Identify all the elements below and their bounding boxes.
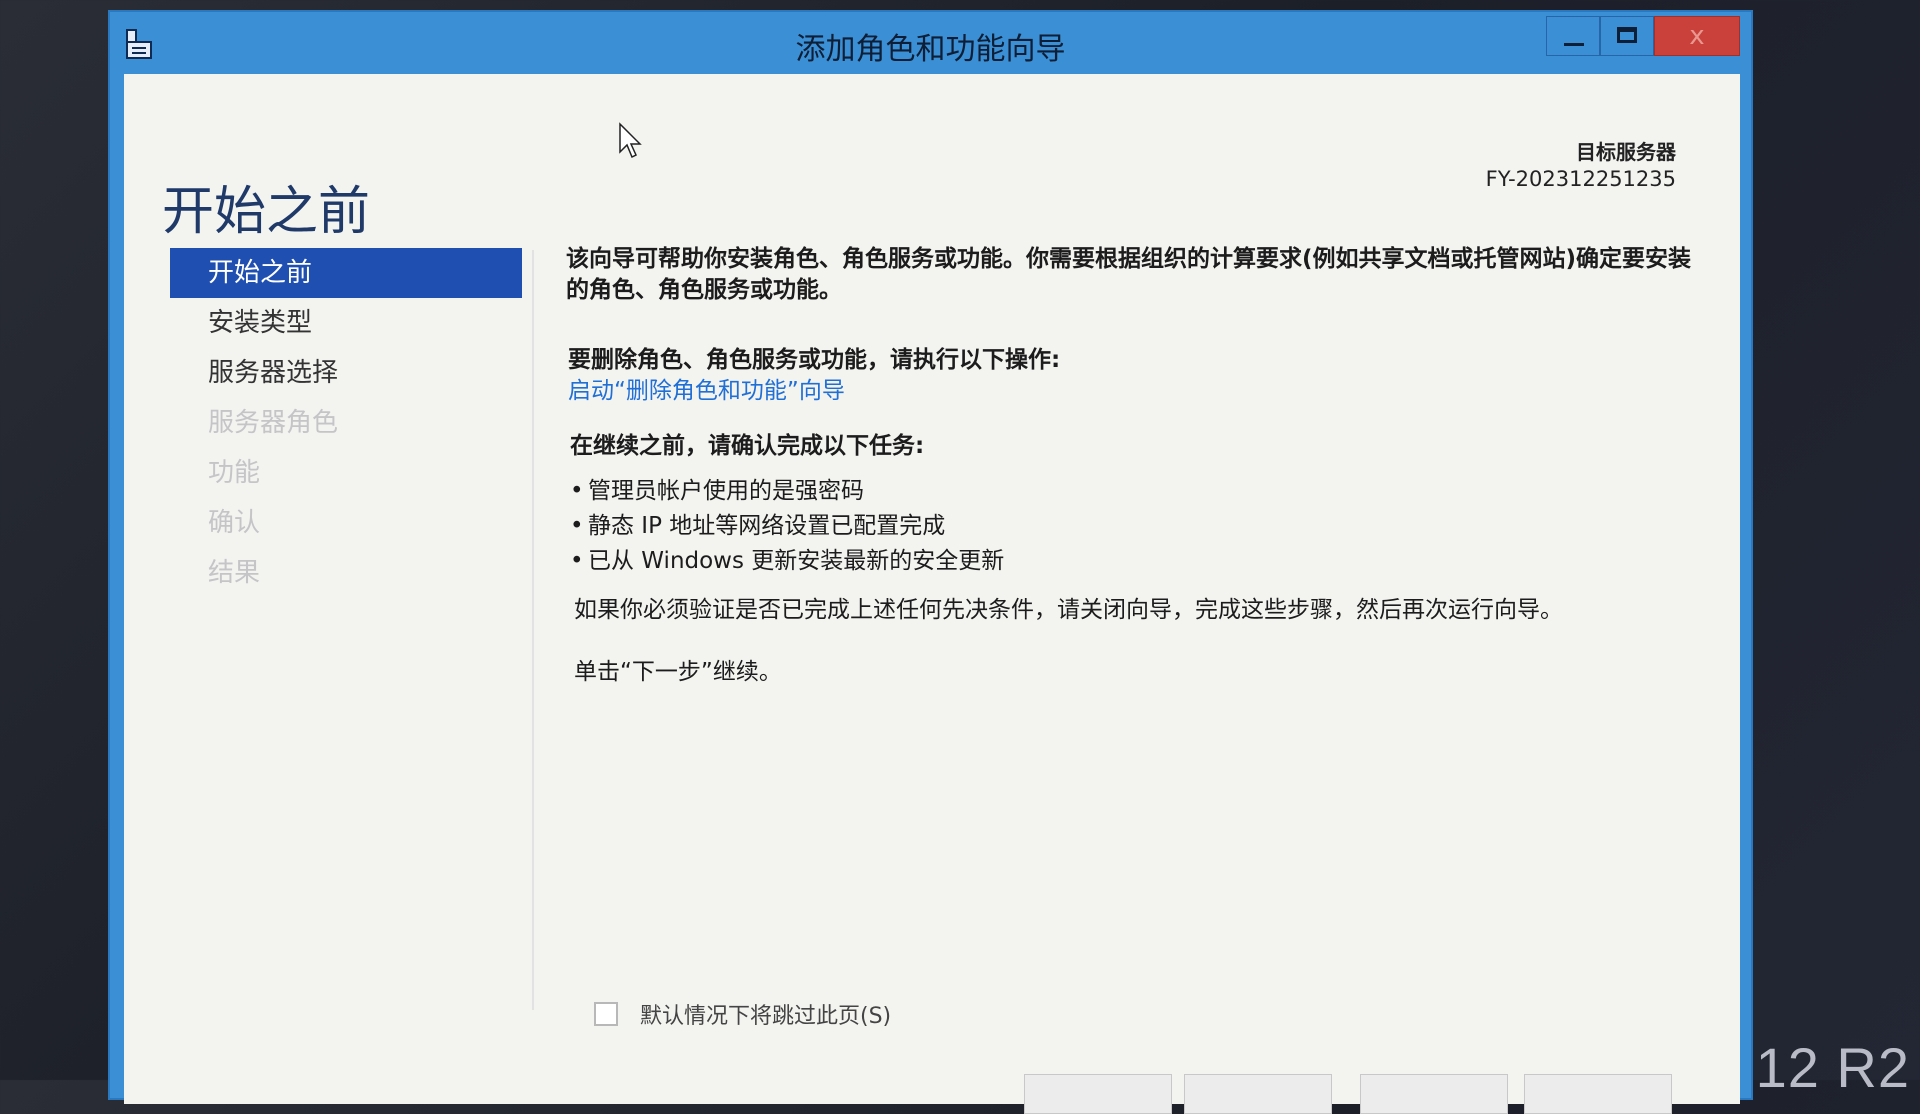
prerequisites-heading: 在继续之前，请确认完成以下任务: [570, 433, 925, 459]
verify-text: 如果你必须验证是否已完成上述任何先决条件，请关闭向导，完成这些步骤，然后再次运行… [574, 597, 1563, 623]
intro-text: 该向导可帮助你安装角色、角色服务或功能。你需要根据组织的计算要求(例如共享文档或… [566, 246, 1692, 303]
page-title: 开始之前 [162, 181, 371, 242]
minimize-button[interactable] [1546, 16, 1600, 56]
target-server: 目标服务器 FY-202312251235 [1486, 136, 1676, 191]
list-item: • 已从 Windows 更新安装最新的安全更新 [570, 548, 1005, 574]
nav-item-server-roles: 服务器角色 [208, 408, 339, 438]
window-title: 添加角色和功能向导 [795, 32, 1066, 67]
nav-item-confirmation: 确认 [208, 508, 261, 538]
maximize-icon [1617, 27, 1637, 43]
skip-page-checkbox[interactable] [594, 1002, 618, 1026]
click-next-text: 单击“下一步”继续。 [574, 659, 782, 685]
list-item: • 静态 IP 地址等网络设置已配置完成 [570, 513, 946, 539]
list-item: • 管理员帐户使用的是强密码 [570, 478, 864, 504]
nav-item-before-you-begin[interactable]: 开始之前 [170, 248, 522, 298]
mouse-cursor-icon [619, 122, 642, 159]
minimize-icon [1564, 43, 1584, 46]
prerequisites-list: • 管理员帐户使用的是强密码 • 静态 IP 地址等网络设置已配置完成 • 已从 Wi… [570, 474, 1004, 579]
maximize-button[interactable] [1600, 16, 1654, 56]
next-button[interactable] [1184, 1074, 1332, 1114]
skip-page-option[interactable]: 默认情况下将跳过此页(S) [594, 994, 891, 1034]
nav-item-installation-type[interactable]: 安装类型 [170, 298, 522, 348]
wizard-nav: 开始之前 安装类型 服务器选择 服务器角色 功能 确认 结果 [170, 248, 522, 598]
close-icon: x [1689, 21, 1705, 51]
skip-page-label[interactable]: 默认情况下将跳过此页(S) [640, 998, 891, 1030]
target-server-name: FY-202312251235 [1485, 167, 1676, 191]
previous-button[interactable] [1024, 1074, 1172, 1114]
nav-divider [532, 250, 534, 1010]
install-button[interactable] [1360, 1074, 1508, 1114]
remove-roles-wizard-link[interactable]: 启动“删除角色和功能”向导 [568, 371, 845, 405]
nav-item-results: 结果 [208, 558, 261, 588]
nav-item-features: 功能 [208, 458, 261, 488]
cancel-button[interactable] [1524, 1074, 1672, 1114]
wizard-client-area: 开始之前 目标服务器 FY-202312251235 开始之前 安装类型 服务器… [124, 74, 1740, 1114]
wizard-window: 添加角色和功能向导 x 开始之前 目标服务器 FY-202312251235 开… [108, 10, 1753, 1114]
remove-instructions: 要删除角色、角色服务或功能，请执行以下操作: [568, 347, 1061, 373]
close-button[interactable]: x [1654, 16, 1740, 56]
target-server-label: 目标服务器 [1576, 140, 1676, 164]
nav-item-server-selection[interactable]: 服务器选择 [170, 348, 522, 398]
title-bar[interactable]: 添加角色和功能向导 x [110, 12, 1751, 74]
